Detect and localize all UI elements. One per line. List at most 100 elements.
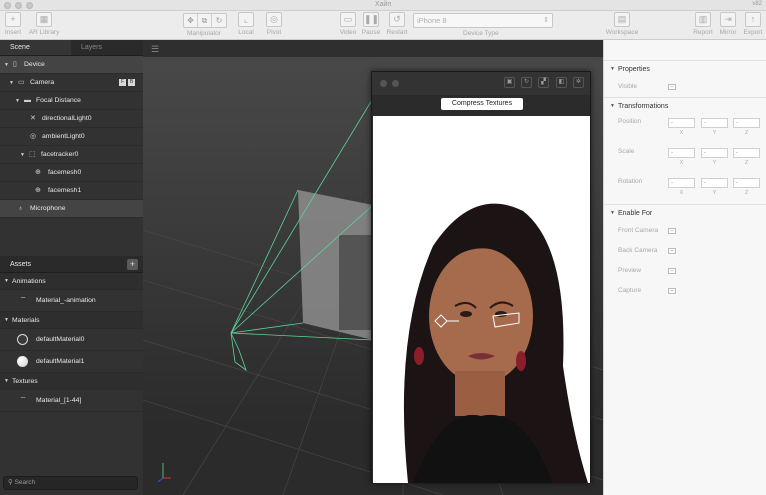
- asset-item-label: defaultMaterial1: [36, 358, 85, 365]
- disclosure-triangle-icon[interactable]: ▼: [610, 98, 615, 115]
- tab-scene[interactable]: Scene: [0, 40, 71, 55]
- asset-item-animation[interactable]: ˘˘ Material_-animation: [0, 290, 143, 312]
- scene-item-label: facetracker0: [41, 151, 79, 158]
- report-button[interactable]: ▥ Report: [692, 12, 714, 36]
- position-x-field[interactable]: -: [668, 118, 695, 128]
- rotation-z-field[interactable]: -: [733, 178, 760, 188]
- scene-item-microphone[interactable]: ♁ Microphone: [0, 200, 143, 218]
- workspace-button[interactable]: ▤ Workspace: [604, 12, 640, 36]
- inspector-section-properties[interactable]: ▼ Properties: [604, 60, 766, 77]
- asset-section-textures[interactable]: ▼ Textures: [0, 373, 143, 390]
- back-camera-row: Back Camera –: [604, 241, 766, 261]
- disclosure-triangle-icon[interactable]: ▼: [610, 205, 615, 222]
- restart-button[interactable]: ↺ Restart: [384, 12, 410, 36]
- disclosure-triangle-icon[interactable]: ▼: [4, 273, 9, 290]
- asset-item-label: Material_-animation: [36, 297, 96, 304]
- simulator-close-button[interactable]: [380, 80, 387, 87]
- scale-tool-icon[interactable]: ⧉: [198, 14, 212, 27]
- plane-image: [339, 235, 373, 330]
- camera-gizmo: [230, 332, 247, 372]
- capture-toggle[interactable]: –: [668, 288, 676, 294]
- disclosure-triangle-icon[interactable]: ▼: [610, 61, 615, 78]
- mirror-icon: ⇥: [720, 12, 736, 27]
- asset-item-material1[interactable]: defaultMaterial1: [0, 351, 143, 373]
- main-toolbar: + Insert ▦ AR Library ✥ ⧉ ↻ Manipulator …: [0, 11, 766, 40]
- scene-item-facemesh1[interactable]: ⊕ facemesh1: [0, 182, 143, 200]
- export-button[interactable]: ↑ Export: [742, 12, 764, 36]
- asset-search-input[interactable]: ⚲ Search: [3, 476, 138, 490]
- scene-item-ambient-light[interactable]: ◎ ambientLight0: [0, 128, 143, 146]
- pivot-toggle[interactable]: ◎ Pivot: [264, 12, 284, 36]
- scene-item-device[interactable]: ▼ ▯ Device: [0, 56, 143, 74]
- rotation-label: Rotation: [618, 178, 643, 185]
- section-title: Transformations: [618, 103, 669, 110]
- move-tool-icon[interactable]: ✥: [184, 14, 198, 27]
- inspector-section-enable-for[interactable]: ▼ Enable For: [604, 204, 766, 221]
- ar-library-button[interactable]: ▦ AR Library: [27, 12, 61, 36]
- scale-z-field[interactable]: -: [733, 148, 760, 158]
- visible-label: Visible: [618, 83, 638, 90]
- disclosure-triangle-icon[interactable]: ▼: [4, 56, 9, 74]
- search-icon: ⚲: [8, 479, 13, 486]
- local-toggle[interactable]: ⌞ Local: [236, 12, 256, 36]
- window-titlebar: Хайп v82: [0, 0, 766, 11]
- asset-section-animations[interactable]: ▼ Animations: [0, 273, 143, 290]
- inspector-section-transformations[interactable]: ▼ Transformations: [604, 97, 766, 114]
- front-camera-badge[interactable]: F: [119, 79, 126, 86]
- simulator-minimize-button[interactable]: [392, 80, 399, 87]
- position-z-field[interactable]: -: [733, 118, 760, 128]
- search-placeholder: Search: [14, 479, 36, 486]
- preview-row: Preview –: [604, 261, 766, 281]
- disclosure-triangle-icon[interactable]: ▼: [15, 92, 20, 110]
- preview-label: Preview: [618, 267, 642, 274]
- simulator-layers-icon[interactable]: ◧: [556, 77, 567, 88]
- scene-item-focal-distance[interactable]: ▼ ▬ Focal Distance: [0, 92, 143, 110]
- back-camera-toggle[interactable]: –: [668, 248, 676, 254]
- visible-toggle[interactable]: –: [668, 84, 676, 90]
- simulator-rotate-icon[interactable]: ↻: [521, 77, 532, 88]
- disclosure-triangle-icon[interactable]: ▼: [4, 373, 9, 390]
- add-asset-button[interactable]: +: [127, 259, 138, 270]
- asset-item-material0[interactable]: defaultMaterial0: [0, 329, 143, 351]
- disclosure-triangle-icon[interactable]: ▼: [4, 312, 9, 329]
- asset-item-texture[interactable]: ˘˘ Material_[1-44]: [0, 390, 143, 412]
- microphone-icon: ♁: [18, 205, 24, 212]
- insert-button[interactable]: + Insert: [3, 12, 23, 36]
- tab-layers[interactable]: Layers: [71, 40, 142, 55]
- scene-item-facemesh0[interactable]: ⊕ facemesh0: [0, 164, 143, 182]
- assets-title: Assets: [10, 261, 32, 268]
- device-type-select[interactable]: iPhone 8 ⇕: [413, 13, 553, 28]
- mirror-button[interactable]: ⇥ Mirror: [718, 12, 738, 36]
- scale-y-field[interactable]: -: [701, 148, 728, 158]
- axis-z-label: Z: [744, 160, 749, 166]
- simulator-device-icon[interactable]: ▣: [504, 77, 515, 88]
- rotate-tool-icon[interactable]: ↻: [212, 14, 226, 27]
- simulator-settings-icon[interactable]: ✲: [573, 77, 584, 88]
- pause-button[interactable]: ❚❚ Pause: [360, 12, 382, 36]
- scene-empty-space: [0, 218, 143, 256]
- scene-item-label: facemesh0: [48, 169, 82, 176]
- back-camera-label: Back Camera: [618, 247, 658, 254]
- asset-section-label: Materials: [12, 317, 40, 324]
- back-camera-badge[interactable]: B: [128, 79, 135, 86]
- scene-item-facetracker[interactable]: ▼ ⬚ facetracker0: [0, 146, 143, 164]
- scale-x-field[interactable]: -: [668, 148, 695, 158]
- scene-item-directional-light[interactable]: ✕ directionalLight0: [0, 110, 143, 128]
- device-type-value: iPhone 8: [417, 16, 447, 25]
- asset-section-materials[interactable]: ▼ Materials: [0, 312, 143, 329]
- simulator-graph-icon[interactable]: ▞: [538, 77, 549, 88]
- front-camera-toggle[interactable]: –: [668, 228, 676, 234]
- scene-item-label: Focal Distance: [36, 97, 81, 104]
- preview-toggle[interactable]: –: [668, 268, 676, 274]
- manipulator-segmented-control: ✥ ⧉ ↻: [183, 13, 227, 28]
- rotation-x-field[interactable]: -: [668, 178, 695, 188]
- position-y-field[interactable]: -: [701, 118, 728, 128]
- scene-item-camera[interactable]: ▼ ▭ Camera F B: [0, 74, 143, 92]
- asset-section-label: Textures: [12, 378, 38, 385]
- visible-row: Visible –: [604, 77, 766, 97]
- disclosure-triangle-icon[interactable]: ▼: [20, 146, 25, 164]
- disclosure-triangle-icon[interactable]: ▼: [9, 74, 14, 92]
- rotation-y-field[interactable]: -: [701, 178, 728, 188]
- compress-textures-button[interactable]: Compress Textures: [441, 98, 523, 110]
- video-button[interactable]: ▭ Video: [338, 12, 358, 36]
